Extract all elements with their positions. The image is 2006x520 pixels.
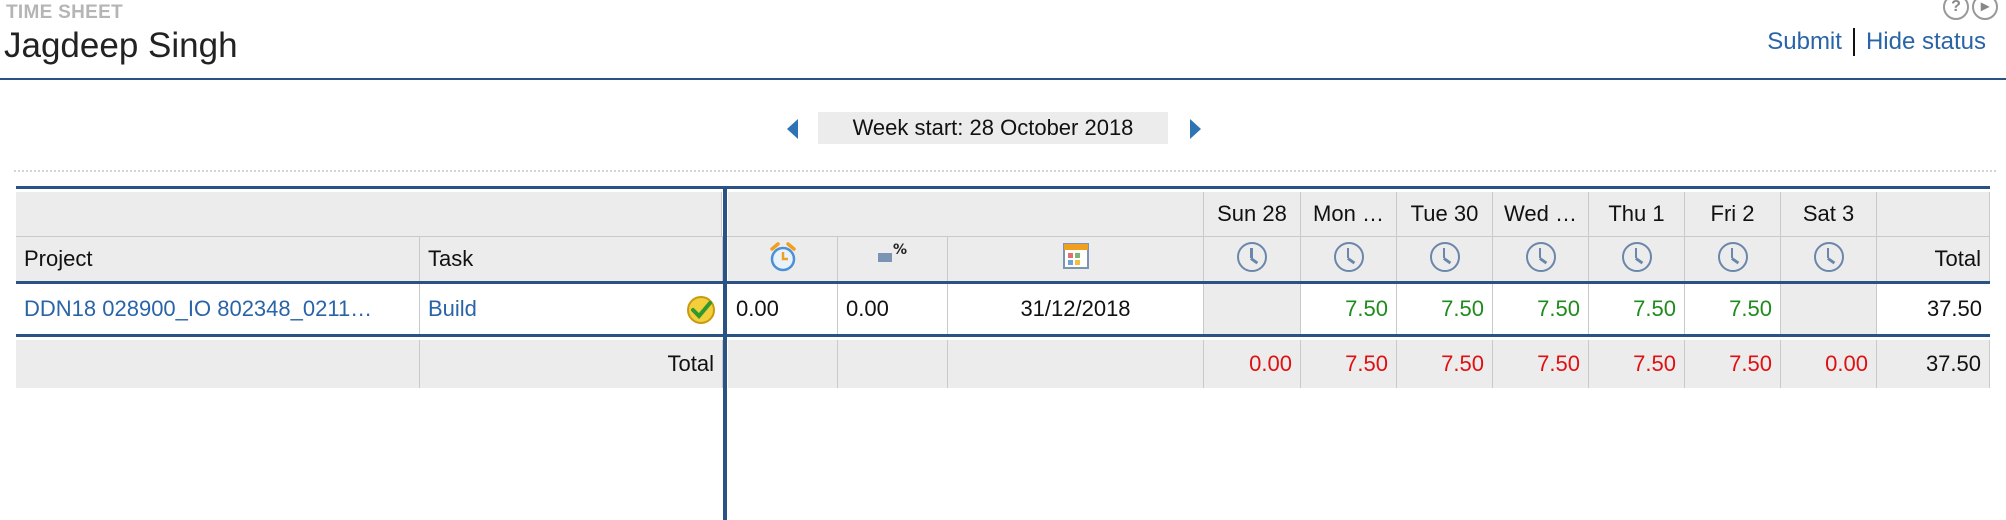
next-week-arrow-icon[interactable] [1190, 119, 1201, 139]
totals-label: Total [420, 340, 723, 388]
action-separator [1852, 28, 1855, 56]
row-hours-thu[interactable]: 7.50 [1589, 284, 1685, 334]
day-fri-clock-header [1685, 237, 1781, 281]
day-header-fri: Fri 2 [1685, 192, 1781, 236]
column-header-task: Task [420, 237, 723, 281]
dotted-divider [14, 170, 1996, 172]
timesheet-grid: Sun 28 Mon … Tue 30 Wed … Thu 1 Fri 2 Sa… [16, 186, 1990, 520]
approved-check-icon [687, 296, 715, 324]
row-total: 37.50 [1926, 296, 1982, 321]
totals-col1-spacer [728, 340, 838, 388]
totals-col2-spacer [838, 340, 948, 388]
row-end-date[interactable]: 31/12/2018 [948, 284, 1204, 334]
column-header-percent[interactable]: % [838, 237, 948, 281]
day-sun-clock-header [1204, 237, 1301, 281]
row-hours-tue[interactable]: 7.50 [1397, 284, 1493, 334]
row-hours-fri[interactable]: 7.50 [1685, 284, 1781, 334]
week-start-label: Week start: 28 October 2018 [818, 112, 1168, 144]
day-header-thu: Thu 1 [1589, 192, 1685, 236]
help-icons: ? ▸ [1943, 0, 1998, 20]
row-hours-sun[interactable] [1204, 284, 1301, 334]
task-link[interactable]: Build [428, 296, 477, 321]
row-hours-wed[interactable]: 7.50 [1493, 284, 1589, 334]
day-header-mon: Mon … [1301, 192, 1397, 236]
day-header-wed: Wed … [1493, 192, 1589, 236]
clock-icon [1237, 242, 1267, 272]
clock-icon [1717, 242, 1748, 272]
calendar-grid-icon [1062, 243, 1089, 269]
clock-icon [1525, 242, 1556, 272]
total-sun: 0.00 [1204, 340, 1301, 388]
total-fri: 7.50 [1685, 340, 1781, 388]
row-bottom-rule [16, 334, 1990, 337]
total-thu: 7.50 [1589, 340, 1685, 388]
column-header-alarm[interactable] [728, 237, 838, 281]
alarm-clock-icon [769, 242, 796, 272]
day-header-sun: Sun 28 [1204, 192, 1301, 236]
submit-link[interactable]: Submit [1767, 28, 1842, 56]
total-wed: 7.50 [1493, 340, 1589, 388]
hide-status-link[interactable]: Hide status [1866, 28, 1986, 56]
totals-project-spacer [16, 340, 420, 388]
help-icon[interactable]: ? [1943, 0, 1969, 20]
right-header-spacer [728, 192, 1204, 236]
percent-bar-icon: % [877, 242, 907, 262]
task-cell: Build [420, 284, 723, 334]
day-tue-clock-header [1397, 237, 1493, 281]
column-header-total: Total [1877, 237, 1990, 281]
day-header-tue: Tue 30 [1397, 192, 1493, 236]
clock-icon [1813, 242, 1844, 272]
total-header-spacer [1877, 192, 1990, 236]
page-title: Jagdeep Singh [4, 26, 238, 65]
row-col1-value[interactable]: 0.00 [728, 284, 838, 334]
frozen-column-splitter[interactable] [723, 189, 727, 520]
week-navigator: Week start: 28 October 2018 [0, 112, 2006, 144]
header-actions: Submit Hide status [1767, 28, 1986, 56]
column-header-calendar[interactable] [948, 237, 1204, 281]
clock-icon [1333, 242, 1364, 272]
previous-week-arrow-icon[interactable] [787, 119, 798, 139]
total-sat: 0.00 [1781, 340, 1877, 388]
svg-text:%: % [893, 242, 907, 258]
clock-icon [1621, 242, 1652, 272]
page-eyebrow: TIME SHEET [6, 2, 124, 23]
day-mon-clock-header [1301, 237, 1397, 281]
left-header-spacer [16, 192, 722, 236]
total-tue: 7.50 [1397, 340, 1493, 388]
timesheet-header: TIME SHEET Jagdeep Singh ? ▸ Submit Hide… [0, 0, 2006, 80]
row-hours-sat[interactable] [1781, 284, 1877, 334]
clock-icon [1429, 242, 1460, 272]
total-mon: 7.50 [1301, 340, 1397, 388]
row-hours-mon[interactable]: 7.50 [1301, 284, 1397, 334]
day-wed-clock-header [1493, 237, 1589, 281]
play-icon[interactable]: ▸ [1972, 0, 1998, 20]
row-col2-value[interactable]: 0.00 [838, 284, 948, 334]
totals-date-spacer [948, 340, 1204, 388]
column-header-project: Project [16, 237, 420, 281]
day-thu-clock-header [1589, 237, 1685, 281]
project-link[interactable]: DDN18 028900_IO 802348_0211… [16, 284, 420, 334]
day-header-sat: Sat 3 [1781, 192, 1877, 236]
grand-total: 37.50 [1877, 340, 1990, 388]
day-sat-clock-header [1781, 237, 1877, 281]
